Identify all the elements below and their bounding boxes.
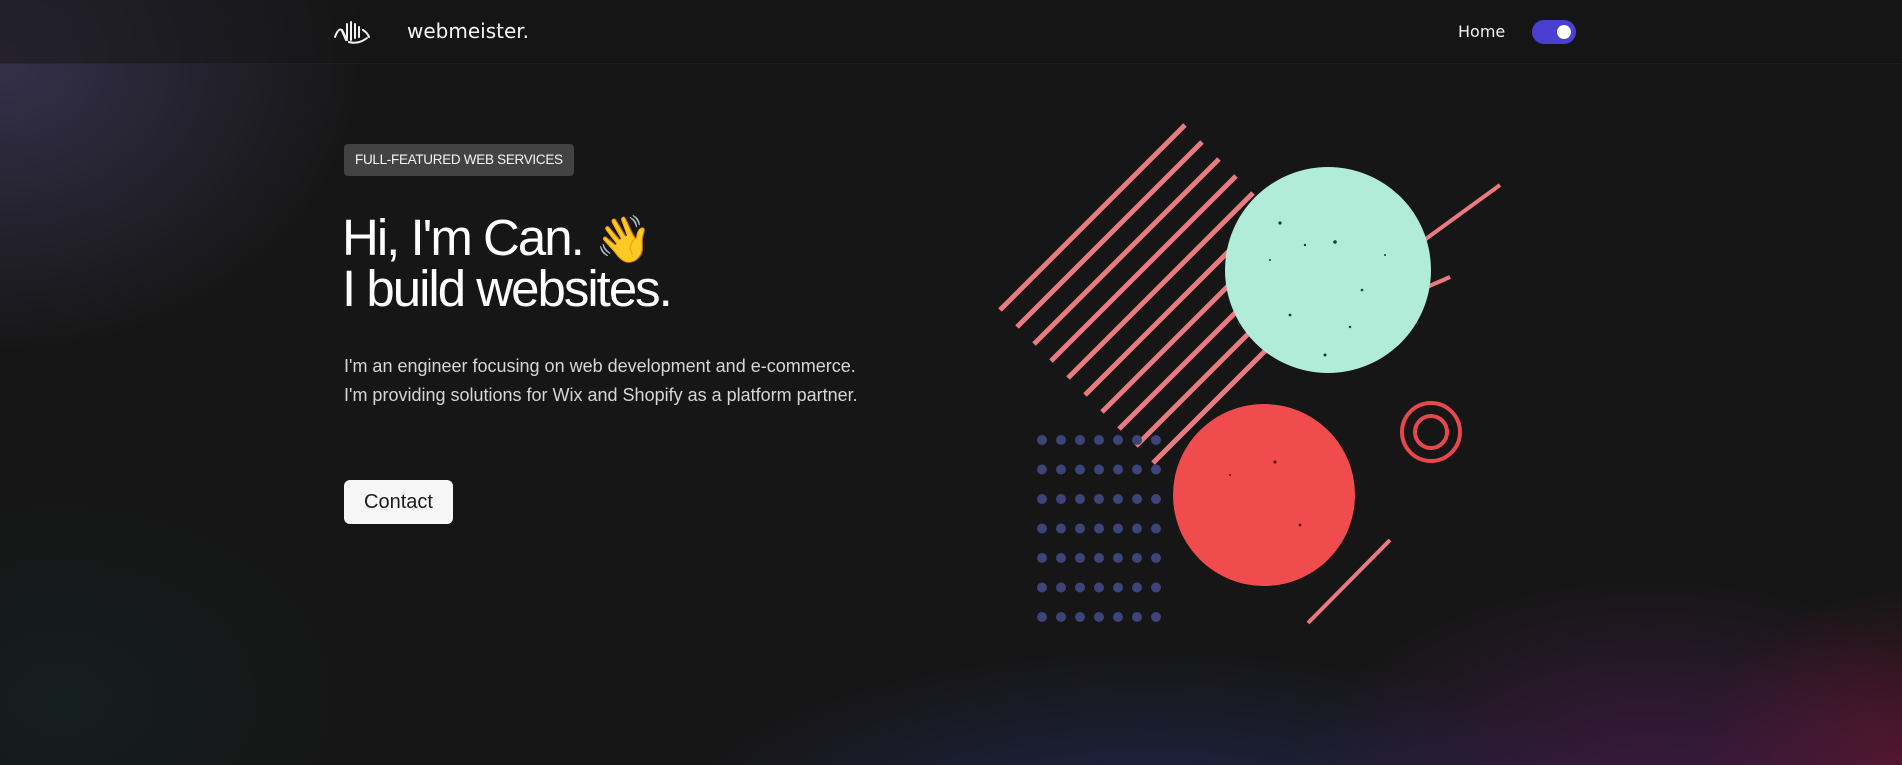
toggle-knob — [1557, 25, 1571, 39]
hero-title-line-2: I build websites. — [342, 260, 673, 317]
grid-dot — [1132, 523, 1142, 534]
grid-dot — [1151, 464, 1161, 475]
nav-link-home[interactable]: Home — [1458, 22, 1505, 41]
grid-dot — [1075, 435, 1085, 445]
grid-dot — [1132, 435, 1142, 445]
grid-dot — [1113, 553, 1123, 563]
grid-dot — [1132, 553, 1142, 563]
waving-hand-emoji: 👋 — [594, 213, 653, 265]
grid-dot — [1075, 494, 1085, 504]
grid-dot — [1094, 435, 1104, 445]
soundwave-hand-logo-icon[interactable] — [333, 20, 371, 44]
grid-dot — [1094, 612, 1104, 622]
dot-grid — [1037, 435, 1161, 622]
grid-dot — [1037, 523, 1047, 534]
grid-dot — [1075, 582, 1085, 593]
theme-toggle-switch[interactable] — [1532, 20, 1576, 44]
grid-dot — [1094, 582, 1104, 593]
grid-dot — [1037, 612, 1047, 622]
grid-dot — [1094, 494, 1104, 504]
hero-description-line-2: I'm providing solutions for Wix and Shop… — [344, 385, 858, 405]
grid-dot — [1113, 435, 1123, 445]
grid-dot — [1113, 523, 1123, 534]
grid-dot — [1056, 435, 1066, 445]
grid-dot — [1056, 494, 1066, 504]
hero-description: I'm an engineer focusing on web developm… — [344, 352, 858, 410]
grid-dot — [1075, 464, 1085, 475]
contact-button[interactable]: Contact — [344, 480, 453, 524]
grid-dot — [1094, 464, 1104, 475]
inner-ring — [1413, 414, 1449, 450]
grid-dot — [1132, 612, 1142, 622]
brand-name[interactable]: webmeister. — [407, 19, 529, 43]
grid-dot — [1037, 582, 1047, 593]
grid-dot — [1113, 612, 1123, 622]
grid-dot — [1132, 464, 1142, 475]
services-badge: FULL-FEATURED WEB SERVICES — [344, 144, 574, 176]
grid-dot — [1075, 553, 1085, 563]
grid-dot — [1151, 553, 1161, 563]
grid-dot — [1113, 494, 1123, 504]
grid-dot — [1075, 523, 1085, 534]
grid-dot — [1132, 494, 1142, 504]
hero-illustration — [998, 123, 1502, 625]
grid-dot — [1113, 582, 1123, 593]
grid-dot — [1037, 464, 1047, 475]
grid-dot — [1037, 435, 1047, 445]
grid-dot — [1132, 582, 1142, 593]
hero-title: Hi, I'm Can. 👋 I build websites. — [342, 212, 673, 317]
grid-dot — [1037, 553, 1047, 563]
page-background — [0, 0, 1902, 765]
grid-dot — [1151, 435, 1161, 445]
coral-circle — [1173, 404, 1355, 586]
grid-dot — [1113, 464, 1123, 475]
grid-dot — [1094, 553, 1104, 563]
grid-dot — [1151, 523, 1161, 534]
mint-circle — [1225, 167, 1431, 373]
grid-dot — [1151, 582, 1161, 593]
grid-dot — [1056, 553, 1066, 563]
grid-dot — [1037, 494, 1047, 504]
grid-dot — [1075, 612, 1085, 622]
top-navbar: webmeister. Home — [0, 0, 1902, 64]
grid-dot — [1056, 523, 1066, 534]
grid-dot — [1151, 612, 1161, 622]
grid-dot — [1094, 523, 1104, 534]
target-rings — [1400, 401, 1462, 463]
grid-dot — [1151, 494, 1161, 504]
hero-description-line-1: I'm an engineer focusing on web developm… — [344, 356, 856, 376]
grid-dot — [1056, 582, 1066, 593]
grid-dot — [1056, 464, 1066, 475]
greeting-text: Hi, I'm Can. — [342, 209, 585, 266]
hero-title-line-1: Hi, I'm Can. 👋 — [342, 212, 671, 265]
grid-dot — [1056, 612, 1066, 622]
outer-ring — [1400, 401, 1462, 463]
